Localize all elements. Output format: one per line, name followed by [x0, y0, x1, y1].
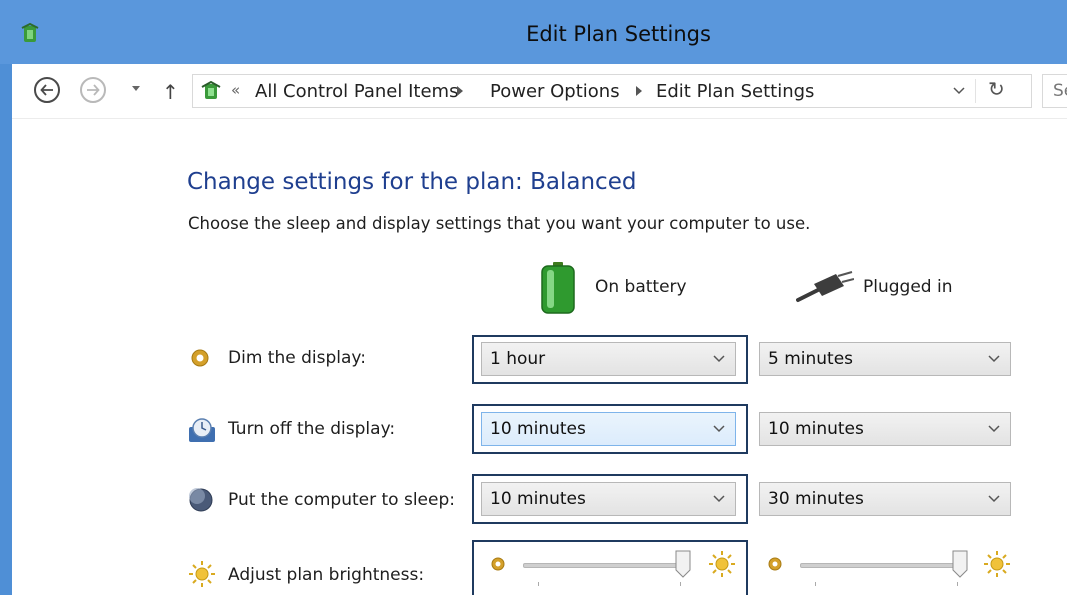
breadcrumb-separator-icon[interactable]: [636, 86, 642, 96]
brightness-label: Adjust plan brightness:: [228, 565, 425, 585]
breadcrumb-separator-icon[interactable]: [457, 86, 463, 96]
navigation-bar: ↑ « All Control Panel Items Power Option…: [12, 64, 1067, 119]
turn-off-display-plugged-select[interactable]: 10 minutes: [759, 412, 1011, 446]
window-frame-left: [0, 0, 12, 595]
moon-sleep-icon: [189, 488, 213, 512]
bright-sun-icon: [709, 551, 735, 577]
bright-sun-icon: [984, 551, 1010, 577]
window-title: Edit Plan Settings: [526, 22, 711, 46]
power-options-icon: [201, 80, 221, 99]
slider-tick: [957, 582, 958, 586]
address-divider: [975, 79, 976, 103]
page-title: Change settings for the plan: Balanced: [187, 169, 637, 195]
page-description: Choose the sleep and display settings th…: [188, 214, 811, 233]
dim-display-battery-value: 1 hour: [490, 349, 546, 369]
slider-thumb[interactable]: [675, 550, 691, 578]
arrow-right-icon: [87, 84, 100, 96]
slider-track: [800, 563, 960, 568]
column-plugged-in: Plugged in: [863, 277, 953, 297]
dim-display-plugged-value: 5 minutes: [768, 349, 854, 369]
arrow-left-icon: [40, 84, 53, 96]
power-plug-icon: [796, 271, 854, 302]
sleep-label: Put the computer to sleep:: [228, 490, 455, 510]
dim-display-plugged-select[interactable]: 5 minutes: [759, 342, 1011, 376]
slider-tick: [815, 582, 816, 586]
address-history-chevron-icon[interactable]: [953, 87, 965, 95]
chevron-down-icon: [713, 355, 725, 363]
sleep-battery-value: 10 minutes: [490, 489, 586, 509]
brightness-plugged-slider[interactable]: [755, 546, 1021, 586]
up-arrow-icon[interactable]: ↑: [162, 80, 179, 104]
breadcrumb-all-control-panel-items[interactable]: All Control Panel Items: [255, 81, 458, 102]
column-on-battery: On battery: [595, 277, 687, 297]
dim-sun-icon: [768, 557, 782, 571]
search-input[interactable]: Se: [1042, 74, 1067, 108]
dim-display-label: Dim the display:: [228, 348, 366, 368]
title-bar[interactable]: Edit Plan Settings: [0, 0, 1067, 64]
display-clock-icon: [189, 418, 215, 442]
chevron-down-icon: [713, 495, 725, 503]
chevron-down-icon: [988, 355, 1000, 363]
turn-off-display-plugged-value: 10 minutes: [768, 419, 864, 439]
slider-thumb[interactable]: [952, 550, 968, 578]
sleep-plugged-value: 30 minutes: [768, 489, 864, 509]
turn-off-display-battery-select[interactable]: 10 minutes: [481, 412, 736, 446]
address-bar[interactable]: « All Control Panel Items Power Options …: [192, 74, 1032, 108]
slider-tick: [538, 582, 539, 586]
forward-button[interactable]: [80, 77, 106, 103]
sleep-battery-select[interactable]: 10 minutes: [481, 482, 736, 516]
dim-display-icon: [191, 349, 209, 367]
turn-off-display-battery-value: 10 minutes: [490, 419, 586, 439]
slider-tick: [680, 582, 681, 586]
dim-display-battery-select[interactable]: 1 hour: [481, 342, 736, 376]
breadcrumb-edit-plan-settings[interactable]: Edit Plan Settings: [656, 81, 814, 102]
turn-off-display-label: Turn off the display:: [228, 419, 396, 439]
brightness-battery-slider[interactable]: [478, 546, 744, 586]
dim-sun-icon: [491, 557, 505, 571]
battery-icon: [541, 262, 575, 314]
chevron-down-icon: [988, 495, 1000, 503]
recent-locations-chevron-icon[interactable]: [132, 86, 140, 91]
back-button[interactable]: [34, 77, 60, 103]
refresh-icon[interactable]: ↻: [988, 77, 1005, 101]
sleep-plugged-select[interactable]: 30 minutes: [759, 482, 1011, 516]
chevron-down-icon: [713, 425, 725, 433]
breadcrumb-overflow[interactable]: «: [231, 81, 240, 99]
breadcrumb-power-options[interactable]: Power Options: [490, 81, 620, 102]
chevron-down-icon: [988, 425, 1000, 433]
sun-brightness-icon: [189, 561, 215, 587]
search-placeholder: Se: [1053, 81, 1067, 101]
slider-track: [523, 563, 683, 568]
